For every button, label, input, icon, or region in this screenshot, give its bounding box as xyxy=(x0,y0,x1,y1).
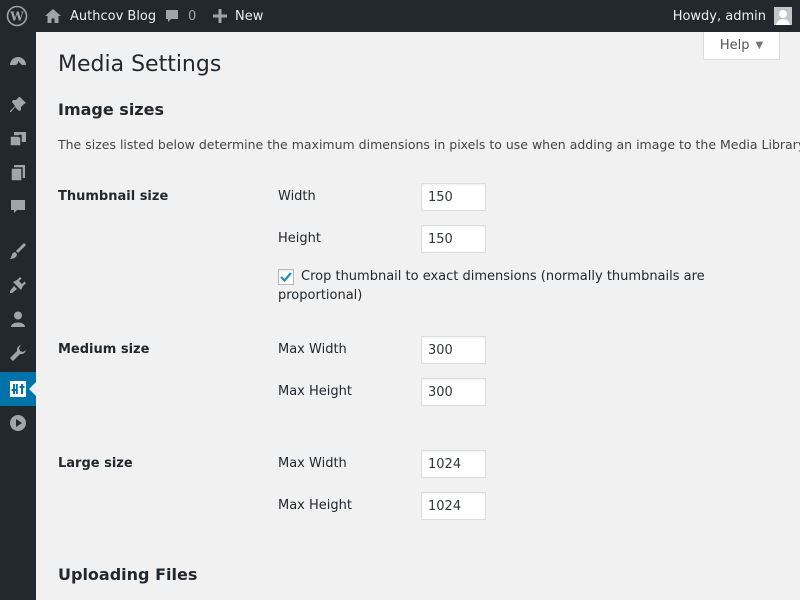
help-button[interactable]: Help ▼ xyxy=(703,32,780,60)
medium-width-label: Max Width xyxy=(278,342,347,357)
main-content: Help ▼ Media Settings Image sizes The si… xyxy=(36,32,800,600)
site-name: Authcov Blog xyxy=(70,8,157,24)
thumbnail-size-label: Thumbnail size xyxy=(58,189,169,204)
medium-size-label: Medium size xyxy=(58,342,150,357)
account-greeting: Howdy, admin xyxy=(672,8,766,24)
medium-height-label: Max Height xyxy=(278,384,352,399)
new-content-link[interactable]: New xyxy=(213,0,263,32)
comments-link[interactable]: 0 xyxy=(164,0,196,32)
pin-icon[interactable] xyxy=(0,88,36,122)
image-sizes-heading: Image sizes xyxy=(58,100,164,119)
image-sizes-description: The sizes listed below determine the max… xyxy=(58,137,800,152)
page-title: Media Settings xyxy=(58,52,222,77)
admin-sidebar xyxy=(0,32,36,600)
pages-icon[interactable] xyxy=(0,156,36,190)
media-icon[interactable] xyxy=(0,122,36,156)
appearance-icon[interactable] xyxy=(0,234,36,268)
large-width-input[interactable] xyxy=(421,450,486,478)
large-size-label: Large size xyxy=(58,456,133,471)
crop-thumbnail-label[interactable]: Crop thumbnail to exact dimensions (norm… xyxy=(278,267,718,305)
site-name-link[interactable]: Authcov Blog xyxy=(44,0,156,32)
thumbnail-width-input[interactable] xyxy=(421,183,486,211)
thumbnail-height-label: Height xyxy=(278,231,321,246)
thumbnail-width-label: Width xyxy=(278,189,316,204)
medium-width-input[interactable] xyxy=(421,336,486,364)
dashboard-icon[interactable] xyxy=(0,44,36,78)
comments-icon[interactable] xyxy=(0,190,36,224)
large-width-label: Max Width xyxy=(278,456,347,471)
play-icon[interactable] xyxy=(0,406,36,440)
users-icon[interactable] xyxy=(0,302,36,336)
large-height-label: Max Height xyxy=(278,498,352,513)
plus-icon xyxy=(213,9,227,23)
new-label: New xyxy=(235,8,264,24)
large-height-input[interactable] xyxy=(421,492,486,520)
comments-count: 0 xyxy=(188,8,197,24)
comment-bubble-icon xyxy=(166,10,178,22)
my-account-link[interactable]: Howdy, admin xyxy=(673,0,792,32)
help-label: Help xyxy=(719,38,750,53)
admin-bar: W Authcov Blog 0 New Howdy, admin xyxy=(0,0,800,32)
caret-down-icon: ▼ xyxy=(755,40,764,51)
settings-icon[interactable] xyxy=(0,372,36,406)
medium-height-input[interactable] xyxy=(421,378,486,406)
tools-icon[interactable] xyxy=(0,336,36,370)
home-icon xyxy=(45,9,61,23)
avatar xyxy=(774,7,792,25)
svg-text:W: W xyxy=(9,10,24,24)
wordpress-logo-icon[interactable]: W xyxy=(6,0,30,32)
thumbnail-height-input[interactable] xyxy=(421,225,486,253)
uploading-files-heading: Uploading Files xyxy=(58,565,198,584)
plugins-icon[interactable] xyxy=(0,268,36,302)
